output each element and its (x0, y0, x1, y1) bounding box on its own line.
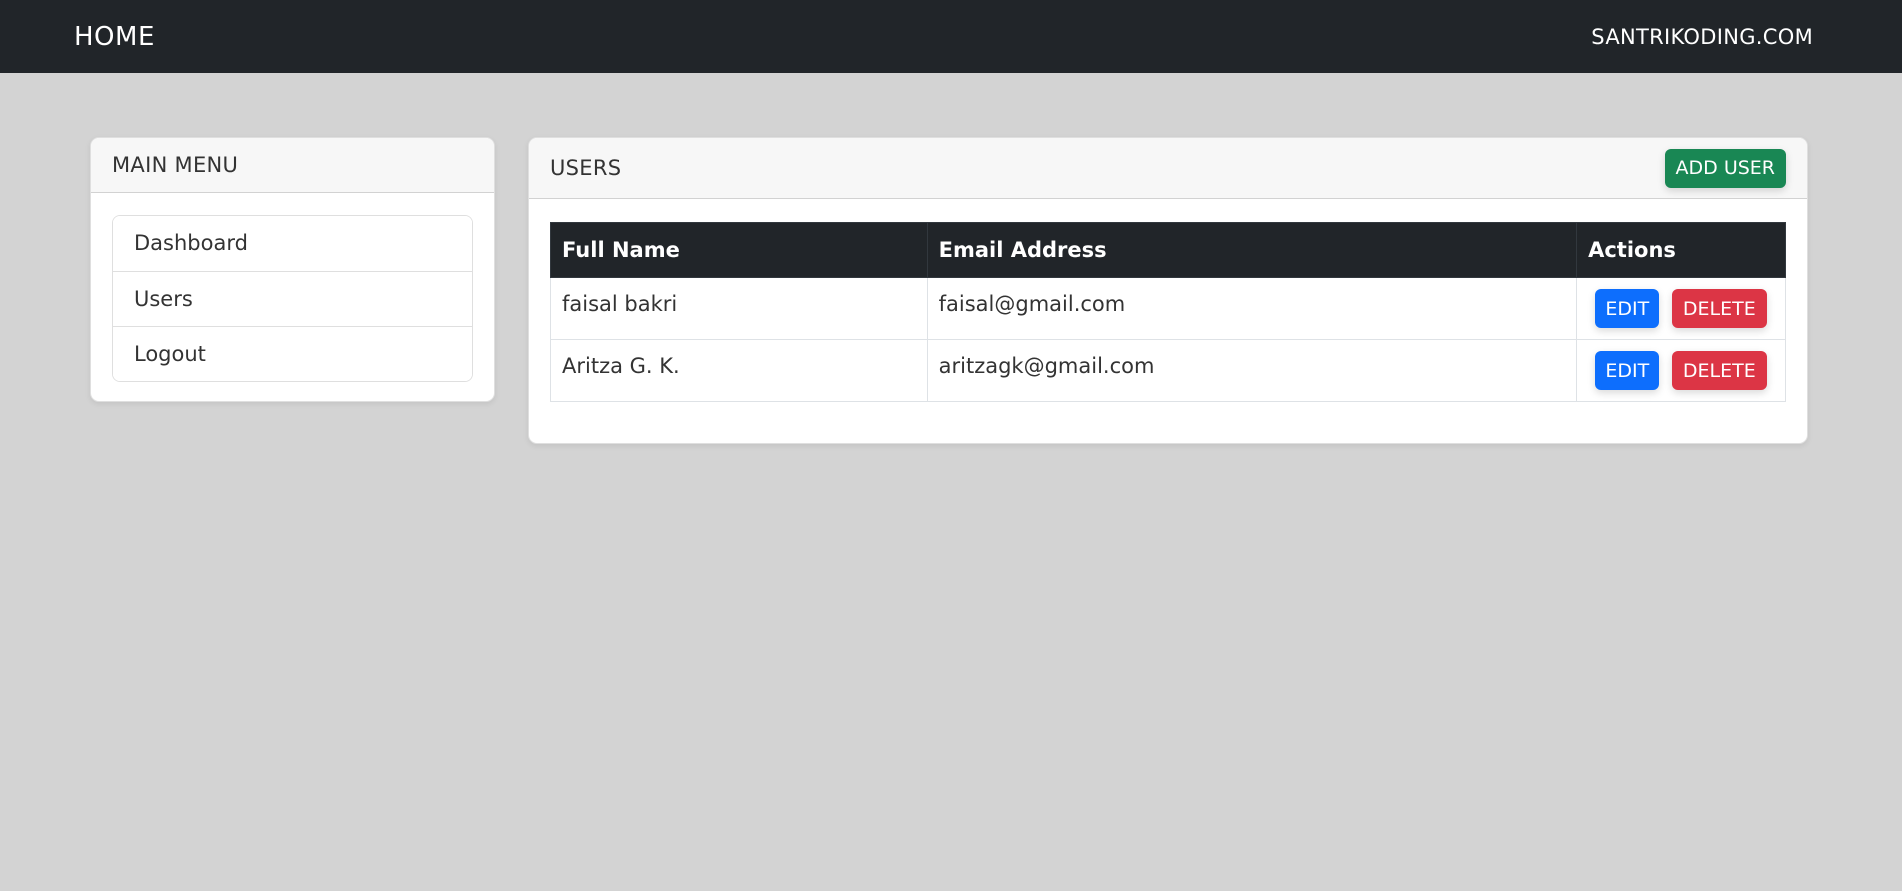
cell-full-name: Aritza G. K. (550, 339, 928, 402)
delete-button[interactable]: DELETE (1671, 351, 1767, 390)
cell-email: aritzagk@gmail.com (926, 339, 1578, 402)
main-menu-title: MAIN MENU (112, 153, 239, 177)
menu-list: Dashboard Users Logout (112, 215, 473, 382)
edit-button[interactable]: EDIT (1595, 289, 1660, 328)
column-header-email: Email Address (926, 222, 1578, 278)
menu-item-users[interactable]: Users (113, 271, 472, 326)
main-menu-header: MAIN MENU (91, 138, 494, 193)
main-menu-card: MAIN MENU Dashboard Users Logout (90, 137, 495, 402)
users-card: USERS ADD USER Full Name Email Address A… (528, 137, 1808, 444)
column-header-actions: Actions (1576, 222, 1786, 278)
top-navbar: HOME SANTRIKODING.COM (0, 0, 1902, 73)
add-user-button[interactable]: ADD USER (1664, 148, 1786, 188)
users-table: Full Name Email Address Actions faisal b… (550, 222, 1786, 402)
cell-email: faisal@gmail.com (926, 277, 1578, 340)
table-row: Aritza G. K. aritzagk@gmail.com EDIT DEL… (550, 339, 1786, 402)
users-title: USERS (550, 156, 622, 180)
delete-button[interactable]: DELETE (1671, 289, 1767, 328)
home-link[interactable]: HOME (74, 22, 155, 52)
cell-full-name: faisal bakri (550, 277, 928, 340)
edit-button[interactable]: EDIT (1595, 351, 1660, 390)
users-header: USERS ADD USER (529, 138, 1807, 199)
menu-item-logout[interactable]: Logout (113, 326, 472, 381)
table-row: faisal bakri faisal@gmail.com EDIT DELET… (550, 277, 1786, 340)
cell-actions: EDIT DELETE (1576, 339, 1786, 402)
users-table-wrap: Full Name Email Address Actions faisal b… (550, 222, 1786, 402)
column-header-full-name: Full Name (550, 222, 928, 278)
menu-item-dashboard[interactable]: Dashboard (113, 216, 472, 271)
cell-actions: EDIT DELETE (1576, 277, 1786, 340)
table-header-row: Full Name Email Address Actions (550, 222, 1786, 278)
santrikoding-link[interactable]: SANTRIKODING.COM (1591, 25, 1813, 49)
